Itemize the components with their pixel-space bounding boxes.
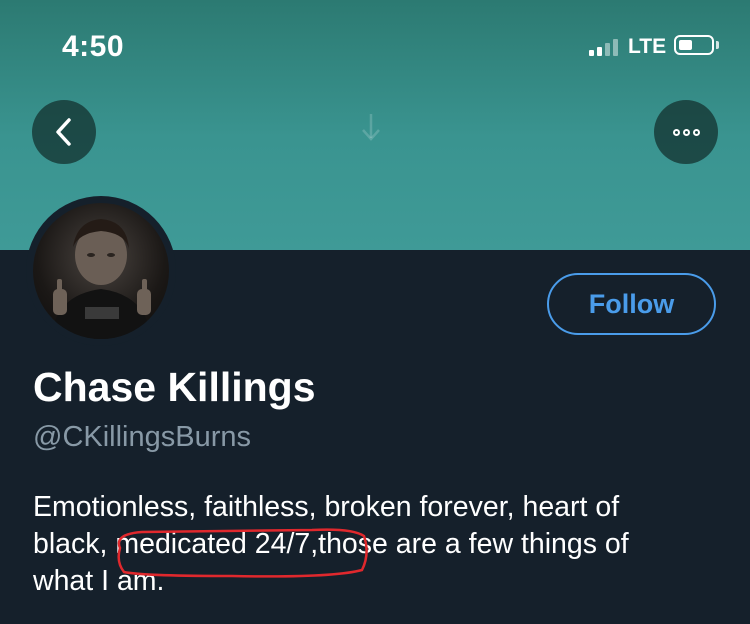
more-options-button[interactable] [654, 100, 718, 164]
profile-handle: @CKillingsBurns [33, 421, 252, 453]
profile-display-name: Chase Killings [33, 364, 316, 410]
network-label: LTE [628, 35, 667, 58]
status-time: 4:50 [62, 30, 125, 63]
back-button[interactable] [32, 100, 96, 164]
battery-tip [716, 41, 719, 49]
more-dots-icon [672, 128, 700, 136]
avatar[interactable] [26, 196, 176, 346]
bio-line: Emotionless, faithless, broken forever, … [33, 491, 620, 523]
avatar-photo [33, 203, 169, 339]
red-circle-annotation [117, 528, 368, 578]
chevron-left-icon [56, 118, 71, 146]
signal-strength-icon [589, 38, 623, 56]
arrow-down-icon [362, 114, 380, 141]
battery-icon [674, 35, 714, 55]
follow-button[interactable]: Follow [547, 273, 716, 335]
status-bar: 4:50 LTE [0, 0, 750, 90]
